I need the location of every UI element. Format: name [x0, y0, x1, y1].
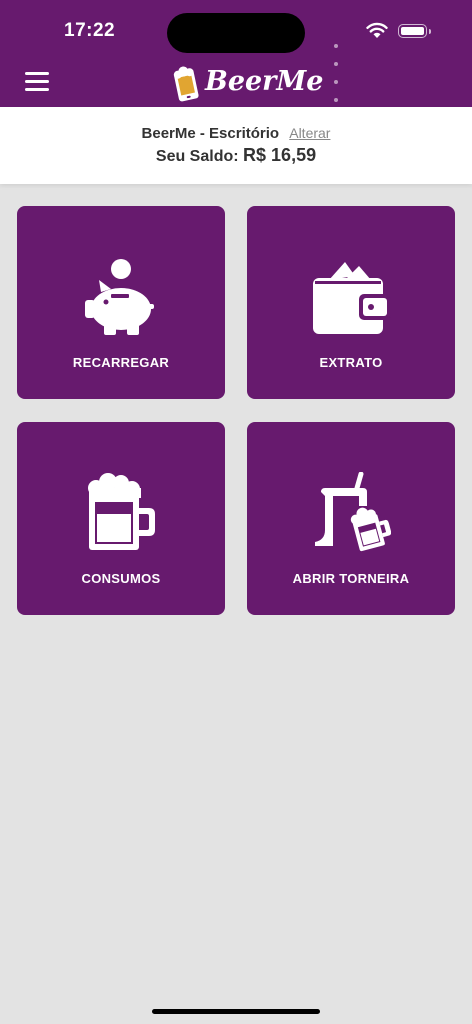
app-name: BeerMe	[205, 66, 324, 97]
wifi-icon	[366, 22, 388, 38]
wallet-icon	[313, 262, 391, 334]
app-header: 17:22 BeerMe	[0, 0, 472, 107]
open-tap-button[interactable]: ABRIR TORNEIRA	[247, 422, 455, 615]
beer-tap-icon	[315, 472, 391, 552]
piggy-bank-icon	[85, 259, 154, 335]
balance-line: Seu Saldo: R$ 16,59	[0, 145, 472, 166]
tile-label: CONSUMOS	[81, 571, 161, 586]
balance-value: R$ 16,59	[243, 145, 317, 165]
account-name: BeerMe - Escritório	[141, 125, 280, 142]
tile-label: EXTRATO	[319, 355, 383, 370]
tile-label: RECARREGAR	[72, 355, 170, 370]
account-line: BeerMe - Escritório Alterar	[0, 125, 472, 142]
dynamic-island	[167, 13, 305, 53]
tile-label: ABRIR TORNEIRA	[292, 571, 410, 586]
recharge-button[interactable]: RECARREGAR	[17, 206, 225, 399]
home-indicator[interactable]	[152, 1009, 320, 1014]
account-info-bar: BeerMe - Escritório Alterar Seu Saldo: R…	[0, 107, 472, 184]
battery-icon	[398, 24, 431, 38]
beer-mug-icon	[88, 473, 155, 550]
consumption-button[interactable]: CONSUMOS	[17, 422, 225, 615]
beer-phone-logo-icon	[173, 66, 199, 102]
statement-button[interactable]: EXTRATO	[247, 206, 455, 399]
menu-button[interactable]	[25, 72, 49, 92]
change-account-link[interactable]: Alterar	[289, 125, 330, 141]
balance-label: Seu Saldo:	[155, 148, 239, 165]
cellular-signal-icon	[334, 35, 340, 107]
status-time: 17:22	[64, 20, 116, 41]
